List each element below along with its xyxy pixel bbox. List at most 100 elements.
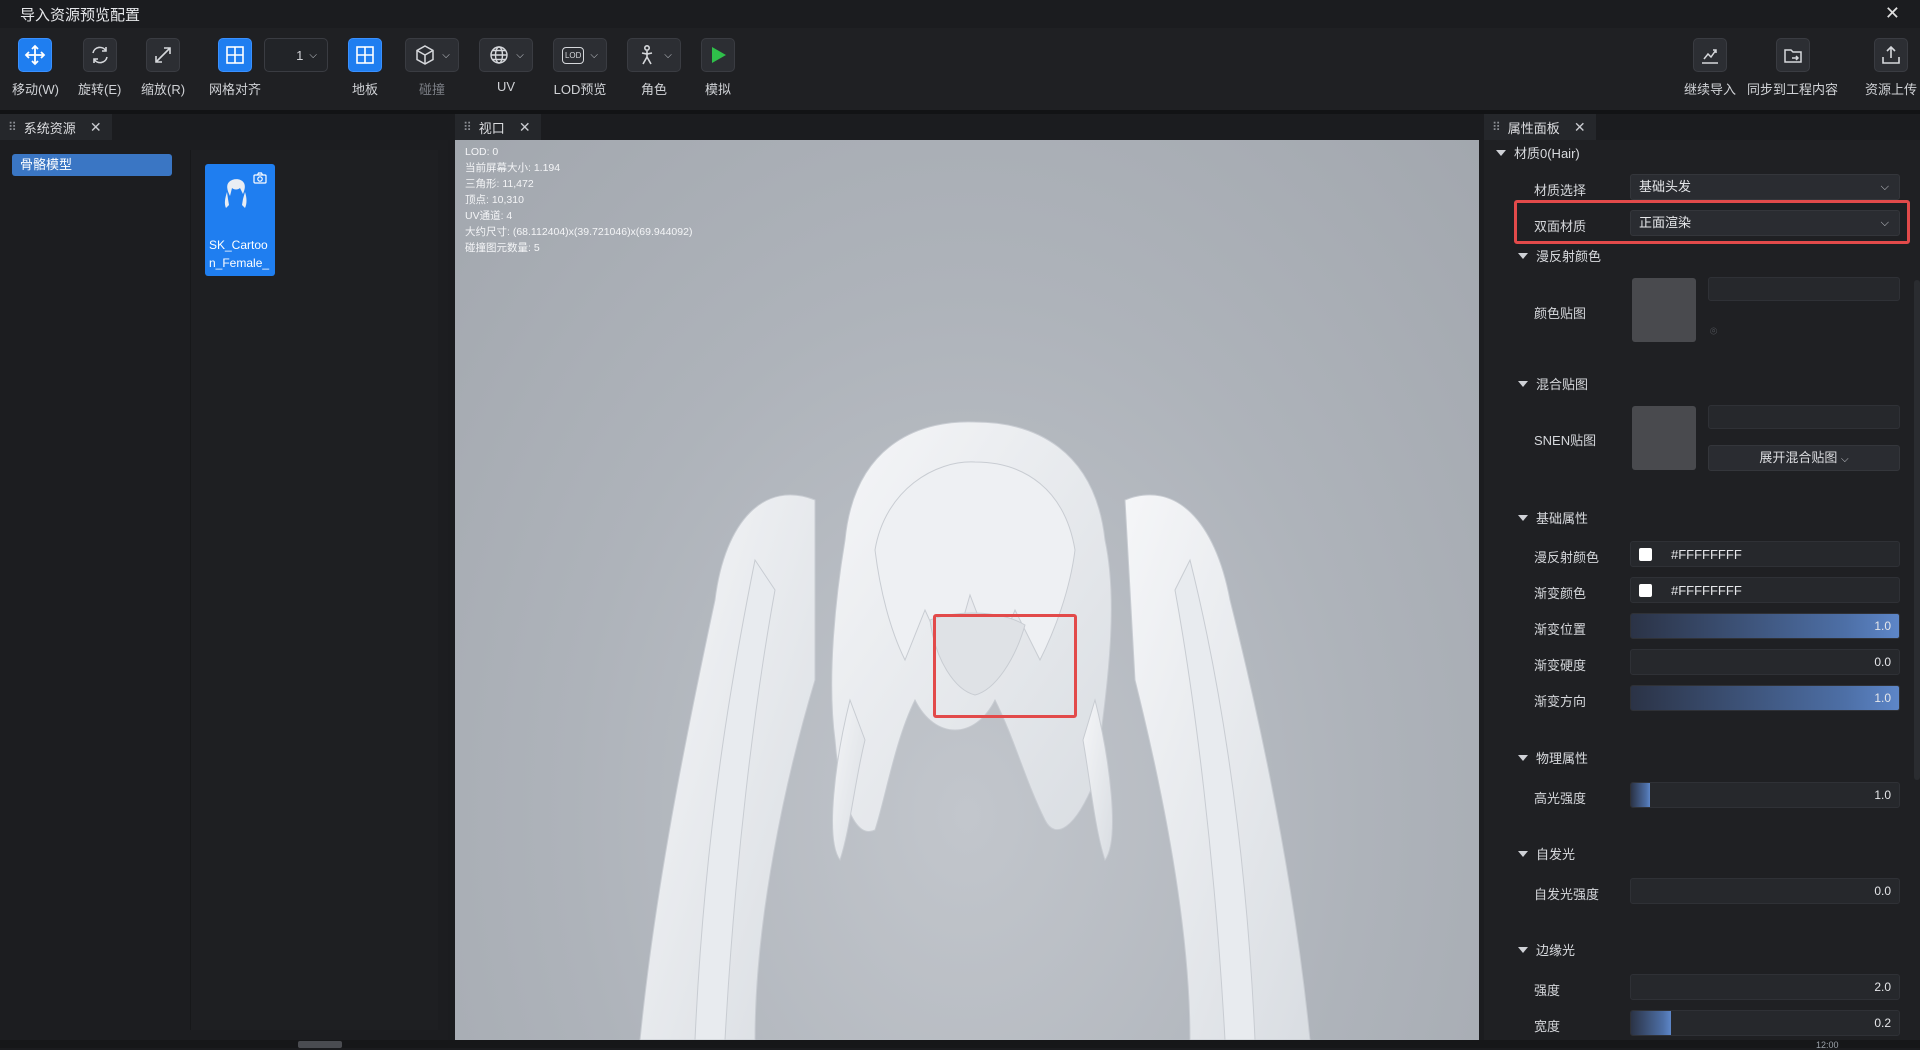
rotate-icon[interactable] — [82, 38, 117, 72]
floor-icon[interactable] — [348, 38, 382, 72]
diffuse-section-header[interactable]: 漫反射颜色 — [1518, 246, 1601, 265]
caret-down-icon — [1496, 149, 1506, 156]
material-header[interactable]: 材质0(Hair) — [1496, 143, 1580, 162]
grid-icon[interactable] — [218, 38, 252, 72]
blend-section-header[interactable]: 混合贴图 — [1518, 374, 1588, 393]
specular-label: 高光强度 — [1534, 791, 1587, 806]
scale-icon[interactable] — [146, 38, 181, 72]
emissive-strength-slider[interactable]: 0.0 — [1630, 878, 1900, 904]
toolbar-divider — [0, 110, 1920, 114]
hair-thumbnail-icon — [221, 178, 251, 215]
expand-blend-label: 展开混合贴图 — [1759, 450, 1838, 465]
color-map-slot[interactable] — [1632, 278, 1696, 342]
grid-size-select[interactable]: 1 ⌵ — [264, 38, 328, 72]
horizontal-scrollbar-thumb[interactable] — [298, 1041, 342, 1048]
gradient-position-slider[interactable]: 1.0 — [1630, 613, 1900, 639]
basic-section-header[interactable]: 基础属性 — [1518, 508, 1588, 527]
grid-size-value: 1 — [296, 47, 304, 63]
tree-item-skeletal-model[interactable]: 骨骼模型 — [12, 154, 172, 176]
blend-section-label: 混合贴图 — [1536, 377, 1589, 392]
gradient-hardness-value: 0.0 — [1874, 655, 1891, 669]
import-chart-icon[interactable] — [1693, 38, 1727, 72]
location-pin-icon[interactable]: ⌾ — [1710, 324, 1717, 339]
lod-preview-tool[interactable]: LOD ⌵ LOD预览 — [553, 38, 607, 98]
color-swatch[interactable] — [1639, 548, 1652, 561]
sync-project-tool[interactable]: 同步到工程内容 — [1747, 38, 1838, 98]
close-icon[interactable]: ✕ — [1885, 3, 1900, 24]
specular-slider[interactable]: 1.0 — [1630, 782, 1900, 808]
uv-button[interactable]: ⌵ — [479, 38, 533, 72]
close-icon[interactable]: ✕ — [1574, 119, 1586, 136]
rim-width-slider[interactable]: 0.2 — [1630, 1010, 1900, 1036]
rim-strength-slider[interactable]: 2.0 — [1630, 974, 1900, 1000]
tab-system-resources-label: 系统资源 — [23, 120, 76, 136]
simulate-tool[interactable]: 模拟 — [701, 38, 735, 98]
bottom-bar — [0, 1040, 1920, 1048]
slider-fill — [1631, 686, 1899, 710]
emissive-section-header[interactable]: 自发光 — [1518, 844, 1575, 863]
tab-viewport-label: 视口 — [478, 120, 505, 136]
upload-icon[interactable] — [1874, 38, 1908, 72]
asset-grid: SK_Cartoon_Female_ — [190, 150, 438, 1030]
asset-card[interactable]: SK_Cartoon_Female_ — [205, 164, 275, 276]
move-tool[interactable]: 移动(W) — [12, 38, 59, 98]
grid-snap-tool[interactable]: 网格对齐 — [209, 38, 261, 98]
close-icon[interactable]: ✕ — [90, 119, 102, 136]
properties-scrollbar[interactable] — [1914, 280, 1920, 780]
collision-tool[interactable]: ⌵ 碰撞 — [405, 38, 459, 98]
rim-section-label: 边缘光 — [1536, 943, 1576, 958]
close-icon[interactable]: ✕ — [519, 119, 531, 136]
snen-map-label: SNEN贴图 — [1534, 433, 1597, 448]
drag-handle-icon[interactable]: ⠿ — [463, 120, 472, 134]
scale-tool[interactable]: 缩放(R) — [141, 38, 185, 98]
gradient-direction-value: 1.0 — [1874, 691, 1891, 705]
scale-label: 缩放(R) — [141, 82, 186, 97]
cube-icon — [416, 45, 434, 65]
tab-viewport[interactable]: ⠿ 视口 ✕ — [455, 114, 541, 140]
material-select-value: 基础头发 — [1639, 179, 1692, 194]
floor-tool[interactable]: 地板 — [348, 38, 382, 98]
material-select-label: 材质选择 — [1534, 183, 1587, 198]
upload-tool[interactable]: 资源上传 — [1865, 38, 1917, 98]
drag-handle-icon[interactable]: ⠿ — [1492, 120, 1501, 134]
rim-section-header[interactable]: 边缘光 — [1518, 940, 1575, 959]
gradient-hardness-slider[interactable]: 0.0 — [1630, 649, 1900, 675]
diffuse-color-field[interactable]: #FFFFFFFF — [1630, 541, 1900, 567]
rotate-tool[interactable]: 旋转(E) — [78, 38, 121, 98]
rim-strength-label: 强度 — [1534, 983, 1561, 998]
continue-import-tool[interactable]: 继续导入 — [1684, 38, 1736, 98]
uv-tool[interactable]: ⌵ UV — [479, 38, 533, 94]
play-icon[interactable] — [701, 38, 735, 72]
person-icon — [642, 44, 653, 65]
snen-map-path-field[interactable] — [1708, 405, 1900, 429]
collision-button[interactable]: ⌵ — [405, 38, 459, 72]
diffuse-color-label: 漫反射颜色 — [1534, 550, 1600, 565]
3d-viewport[interactable]: LOD: 0 当前屏幕大小: 1.194 三角形: 11,472 顶点: 10,… — [455, 140, 1479, 1040]
color-swatch[interactable] — [1639, 584, 1652, 597]
gradient-direction-label: 渐变方向 — [1534, 694, 1587, 709]
caret-down-icon — [1518, 514, 1528, 521]
drag-handle-icon[interactable]: ⠿ — [8, 120, 17, 134]
color-map-path-field[interactable] — [1708, 277, 1900, 301]
tab-properties[interactable]: ⠿ 属性面板 ✕ — [1484, 114, 1596, 140]
camera-icon[interactable] — [253, 172, 267, 187]
lod-preview-label: LOD预览 — [553, 82, 607, 97]
character-tool[interactable]: ⌵ 角色 — [627, 38, 681, 98]
expand-blend-button[interactable]: 展开混合贴图 ⌵ — [1708, 445, 1900, 471]
material-select[interactable]: 基础头发 ⌵ — [1630, 174, 1900, 200]
color-map-label: 颜色贴图 — [1534, 306, 1587, 321]
title-bar: 导入资源预览配置 ✕ — [0, 0, 1920, 28]
character-button[interactable]: ⌵ — [627, 38, 681, 72]
basic-section-label: 基础属性 — [1536, 511, 1589, 526]
gradient-direction-slider[interactable]: 1.0 — [1630, 685, 1900, 711]
gradient-color-field[interactable]: #FFFFFFFF — [1630, 577, 1900, 603]
move-icon[interactable] — [18, 38, 53, 72]
gradient-color-label: 渐变颜色 — [1534, 586, 1587, 601]
tab-system-resources[interactable]: ⠿ 系统资源 ✕ — [0, 114, 112, 140]
snen-map-slot[interactable] — [1632, 406, 1696, 470]
sync-project-label: 同步到工程内容 — [1747, 82, 1839, 97]
folder-sync-icon[interactable] — [1775, 38, 1810, 72]
lod-button[interactable]: LOD ⌵ — [553, 38, 607, 72]
lod-icon: LOD — [561, 46, 585, 64]
physics-section-header[interactable]: 物理属性 — [1518, 748, 1588, 767]
